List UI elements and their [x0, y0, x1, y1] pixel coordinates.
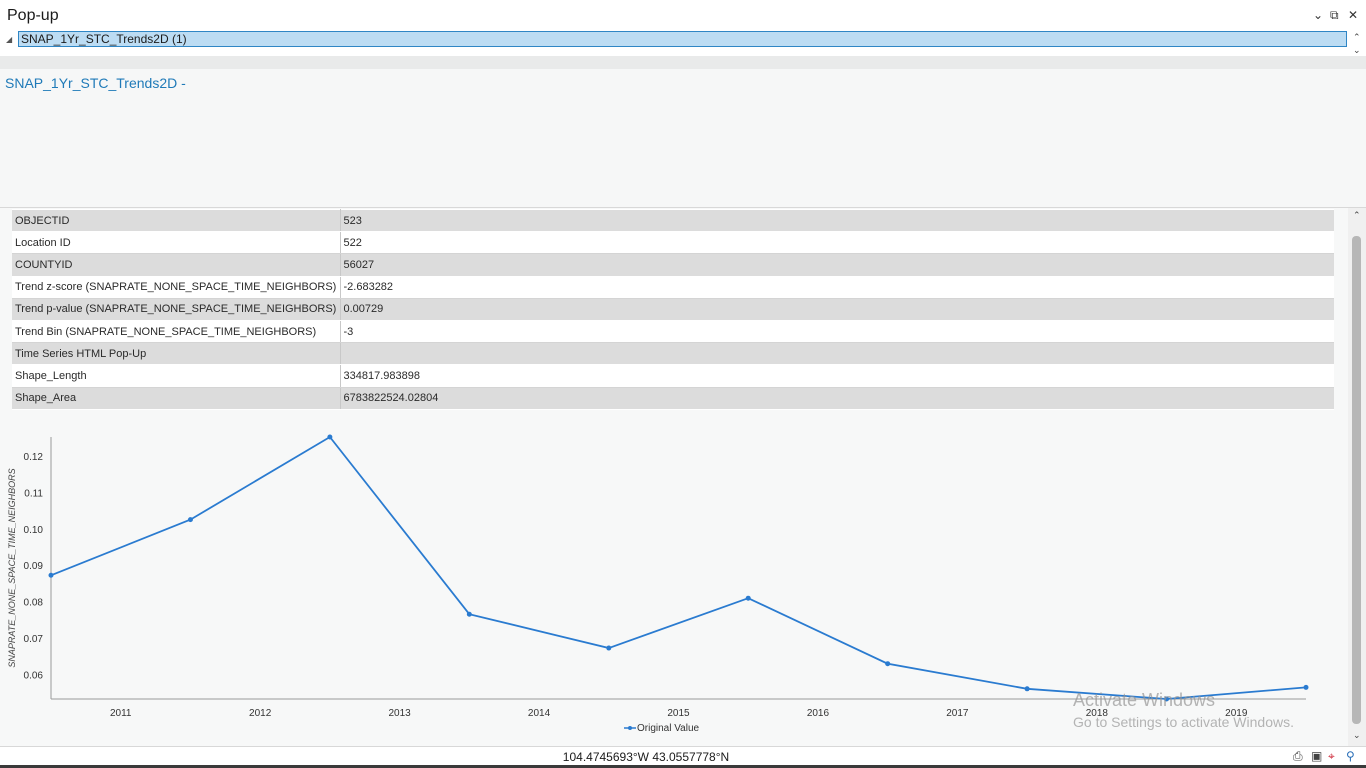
flash-icon[interactable]: ⌖: [1328, 749, 1335, 764]
list-scrollbar[interactable]: ⌃ ⌄: [1350, 31, 1366, 56]
coordinates-readout: 104.4745693°W 43.0557778°N: [562, 750, 730, 764]
activation-watermark: Activate Windows Go to Settings to activ…: [1073, 690, 1294, 730]
x-tick-label: 2015: [667, 708, 690, 719]
attribute-row: Time Series HTML Pop-Up: [12, 342, 1334, 366]
attribute-row: Shape_Area 6783822524.02804: [12, 386, 1334, 410]
attribute-table: OBJECTID 523 Location ID 522 COUNTYID 56027 Tr…: [12, 208, 1334, 410]
y-tick-label: 0.06: [24, 670, 44, 681]
data-point: [327, 434, 333, 440]
y-tick-label: 0.10: [24, 525, 44, 536]
zoom-to-icon[interactable]: ⚲: [1346, 749, 1355, 763]
popup-title: SNAP_1Yr_STC_Trends2D -: [5, 75, 186, 91]
attribute-field-name: COUNTYID: [12, 253, 341, 277]
collapse-triangle-icon[interactable]: ◢: [6, 35, 12, 44]
feature-list: ◢ SNAP_1Yr_STC_Trends2D (1) ⌃ ⌄: [0, 31, 1366, 56]
data-point: [1303, 684, 1309, 690]
attribute-value: 56027: [340, 253, 1334, 277]
attribute-row: Location ID 522: [12, 231, 1334, 255]
attribute-value: 6783822524.02804: [340, 386, 1334, 410]
title-bar: Pop-up ⌄ ⧉ ✕: [0, 0, 1366, 31]
legend-label: Original Value: [637, 723, 700, 734]
data-point: [187, 517, 193, 523]
feature-list-item[interactable]: SNAP_1Yr_STC_Trends2D (1): [18, 31, 1347, 47]
y-tick-label: 0.09: [24, 561, 44, 572]
y-tick-label: 0.08: [24, 598, 44, 609]
watermark-line1: Activate Windows: [1073, 690, 1216, 710]
popup-header: SNAP_1Yr_STC_Trends2D -: [0, 69, 1366, 208]
data-point: [1024, 686, 1030, 692]
attribute-row: Shape_Length 334817.983898: [12, 364, 1334, 388]
attribute-field-name: Trend z-score (SNAPRATE_NONE_SPACE_TIME_…: [12, 275, 341, 299]
vertical-scrollbar[interactable]: ⌃ ⌄: [1348, 208, 1366, 746]
pane-title: Pop-up: [7, 7, 59, 24]
y-axis-label: SNAPRATE_NONE_SPACE_TIME_NEIGHBORS: [7, 468, 17, 667]
attribute-row: Trend Bin (SNAPRATE_NONE_SPACE_TIME_NEIG…: [12, 319, 1334, 344]
attribute-field-name: Trend p-value (SNAPRATE_NONE_SPACE_TIME_…: [12, 297, 341, 321]
attribute-value: 334817.983898: [340, 364, 1334, 388]
scroll-down-icon[interactable]: ⌄: [1353, 45, 1361, 56]
attribute-field-name: OBJECTID: [12, 208, 341, 233]
attribute-value: 523: [340, 208, 1334, 233]
attribute-field-name: Trend Bin (SNAPRATE_NONE_SPACE_TIME_NEIG…: [12, 319, 341, 344]
attribute-row: OBJECTID 523: [12, 208, 1334, 233]
attribute-row: Trend p-value (SNAPRATE_NONE_SPACE_TIME_…: [12, 297, 1334, 321]
y-tick-label: 0.07: [24, 634, 44, 645]
x-tick-label: 2016: [807, 708, 830, 719]
data-point: [745, 595, 751, 601]
scrollbar-thumb[interactable]: [1352, 236, 1361, 724]
splitter[interactable]: [0, 56, 1366, 69]
x-tick-label: 2014: [528, 708, 551, 719]
attribute-value: -3: [340, 319, 1334, 344]
pan-to-icon[interactable]: ▣: [1311, 749, 1322, 763]
close-icon[interactable]: ✕: [1348, 8, 1358, 22]
watermark-line2: Go to Settings to activate Windows.: [1073, 714, 1294, 730]
x-tick-label: 2011: [110, 708, 132, 719]
scroll-down-icon[interactable]: ⌄: [1353, 730, 1361, 741]
attribute-value: 0.00729: [340, 297, 1334, 321]
attribute-field-name: Shape_Length: [12, 364, 341, 388]
attribute-value: [340, 342, 1334, 366]
data-point: [885, 661, 891, 667]
x-tick-label: 2012: [249, 708, 272, 719]
attribute-field-name: Location ID: [12, 231, 341, 255]
scroll-up-icon[interactable]: ⌃: [1353, 32, 1361, 43]
attribute-field-name: Time Series HTML Pop-Up: [12, 342, 341, 366]
legend-swatch-marker: [628, 726, 632, 730]
data-point: [606, 645, 612, 651]
series-line: [50, 435, 1307, 700]
y-tick-label: 0.11: [24, 488, 43, 499]
data-point: [48, 572, 54, 578]
attribute-value: 522: [340, 231, 1334, 255]
scroll-up-icon[interactable]: ⌃: [1353, 210, 1361, 221]
restore-window-icon[interactable]: ⧉: [1330, 8, 1339, 22]
print-icon[interactable]: ⎙: [1293, 749, 1303, 764]
attribute-row: Trend z-score (SNAPRATE_NONE_SPACE_TIME_…: [12, 275, 1334, 299]
chevron-down-icon[interactable]: ⌄: [1313, 8, 1323, 22]
attribute-field-name: Shape_Area: [12, 386, 341, 410]
attribute-value: -2.683282: [340, 275, 1334, 299]
attribute-row: COUNTYID 56027: [12, 253, 1334, 277]
x-tick-label: 2013: [388, 708, 411, 719]
y-tick-label: 0.12: [24, 452, 44, 463]
popup-pane: Pop-up ⌄ ⧉ ✕ ◢ SNAP_1Yr_STC_Trends2D (1)…: [0, 0, 1366, 768]
x-tick-label: 2017: [946, 708, 969, 719]
data-point: [466, 611, 472, 617]
